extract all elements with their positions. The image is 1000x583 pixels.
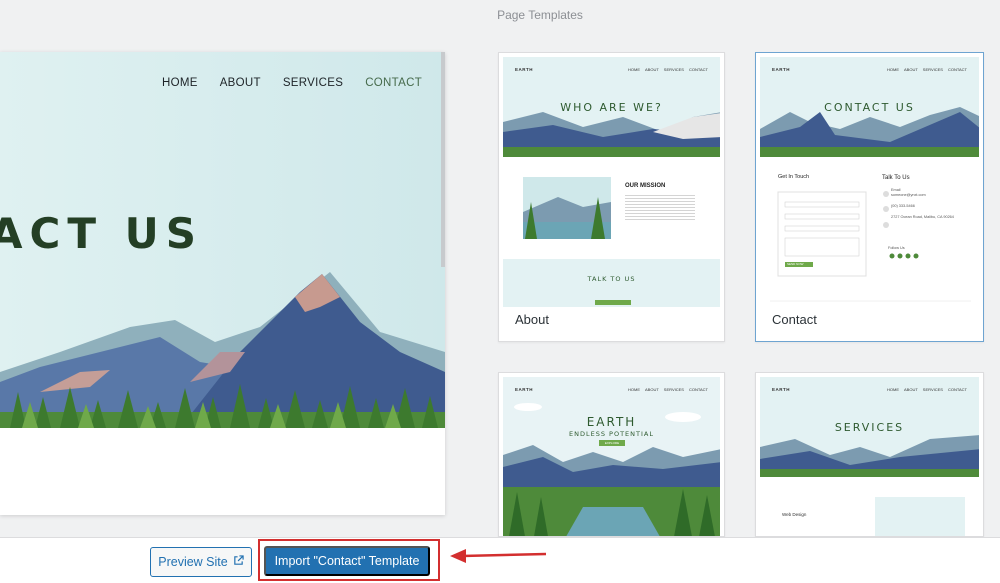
preview-nav-contact: CONTACT [365, 77, 423, 89]
preview-nav-about: ABOUT [219, 77, 261, 89]
services-hero-title: SERVICES [834, 421, 905, 434]
about-mini-nav: EARTH HOME ABOUT SERVICES CONTACT [515, 67, 708, 72]
preview-site-button[interactable]: Preview Site [150, 547, 252, 577]
about-mission-title: OUR MISSION [625, 183, 666, 189]
home-hero-subtitle: ENDLESS POTENTIAL [569, 430, 654, 438]
services-mini-nav: EARTH HOME ABOUT SERVICES CONTACT [772, 387, 967, 392]
services-item: Web Design [782, 512, 807, 517]
home-illustration [503, 377, 720, 536]
about-illustration [503, 57, 720, 307]
home-thumbnail: EARTH HOME ABOUT SERVICES CONTACT EARTH END… [503, 377, 720, 536]
contact-form-title: Get In Touch [778, 174, 810, 180]
pointer-arrow-icon [450, 549, 547, 563]
template-card-about[interactable]: EARTH HOME ABOUT SERVICES CONTACT WHO ARE W… [498, 52, 725, 342]
contact-send-label: SEND NOW [787, 262, 804, 266]
home-hero-title: EARTH [586, 415, 637, 429]
contact-info-details: Email someone@ynxt.com (00) 333-5466 272… [891, 188, 954, 219]
contact-mini-nav: EARTH HOME ABOUT SERVICES CONTACT [772, 67, 967, 72]
preview-site-label: Preview Site [158, 555, 228, 569]
template-card-services[interactable]: EARTH HOME ABOUT SERVICES CONTACT SERVICES … [755, 372, 984, 537]
home-cta-button: EXPLORE [599, 440, 625, 446]
about-card-label: About [515, 312, 549, 327]
import-contact-template-button[interactable]: Import "Contact" Template [264, 546, 430, 576]
contact-info-title: Talk To Us [882, 175, 910, 181]
preview-scrollbar[interactable] [441, 52, 445, 267]
contact-hero-title: CONTACT US [824, 101, 915, 114]
about-mission-text [625, 193, 695, 221]
about-thumbnail: EARTH HOME ABOUT SERVICES CONTACT WHO ARE W… [503, 57, 720, 307]
contact-illustration [760, 57, 979, 302]
template-preview[interactable]: HOME ABOUT SERVICES CONTACT ACT US [0, 52, 445, 515]
home-mini-nav: EARTH HOME ABOUT SERVICES CONTACT [515, 387, 708, 392]
services-thumbnail: EARTH HOME ABOUT SERVICES CONTACT SERVICES … [760, 377, 979, 536]
contact-follow-label: Follow Us [888, 246, 905, 250]
template-card-home[interactable]: EARTH HOME ABOUT SERVICES CONTACT EARTH END… [498, 372, 725, 537]
preview-nav-services: SERVICES [282, 77, 344, 89]
contact-card-label: Contact [772, 312, 817, 327]
contact-thumbnail: EARTH HOME ABOUT SERVICES CONTACT CONTACT U… [760, 57, 979, 307]
about-hero-title: WHO ARE WE? [560, 101, 663, 114]
preview-nav-home: HOME [162, 77, 198, 89]
external-link-icon [233, 555, 244, 569]
template-card-contact[interactable]: EARTH HOME ABOUT SERVICES CONTACT CONTACT U… [755, 52, 984, 342]
about-cta-title: TALK TO US [587, 275, 636, 283]
preview-hero: HOME ABOUT SERVICES CONTACT ACT US [0, 52, 445, 428]
preview-nav: HOME ABOUT SERVICES CONTACT [162, 77, 422, 89]
section-title: Page Templates [497, 8, 583, 22]
preview-hero-title: ACT US [0, 209, 203, 258]
